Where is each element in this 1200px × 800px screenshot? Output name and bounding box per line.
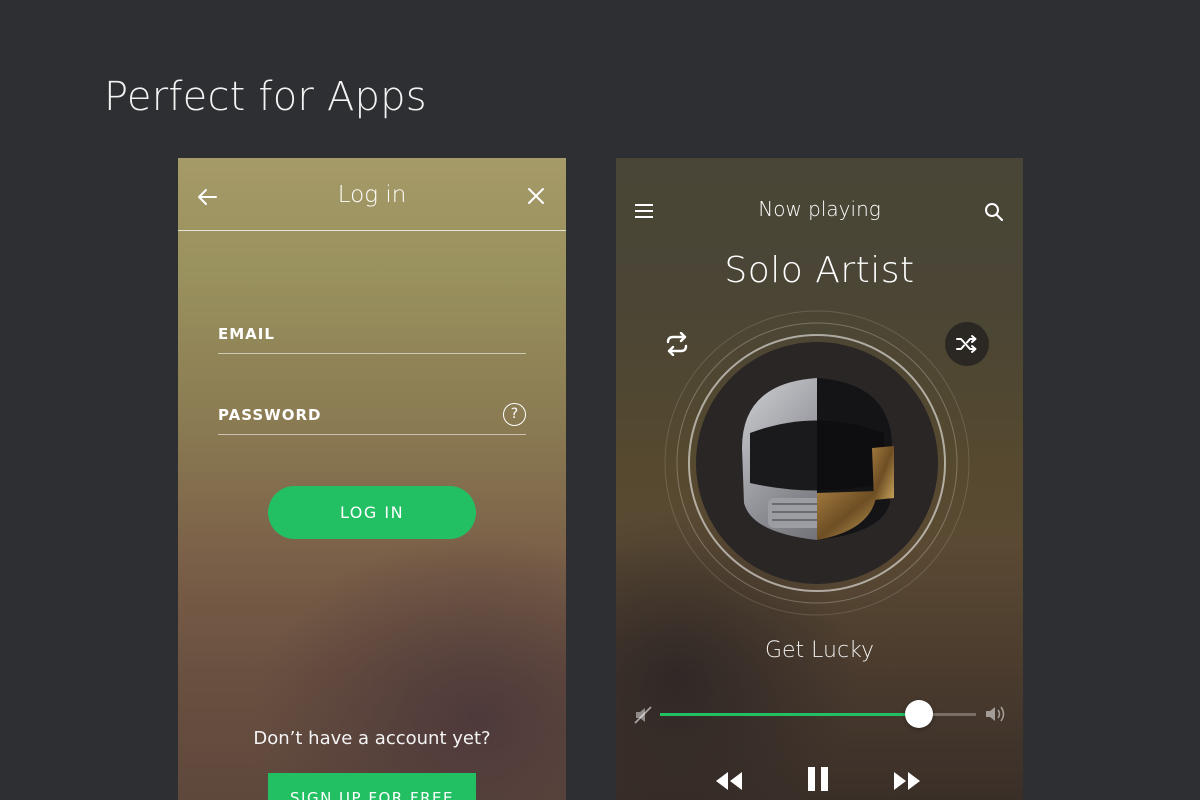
repeat-icon[interactable] <box>663 332 691 356</box>
shuffle-icon <box>956 335 977 353</box>
shuffle-button[interactable] <box>945 322 989 366</box>
player-screen: Now playing Solo Artist Get Lucky <box>616 158 1023 800</box>
password-field[interactable] <box>218 403 488 427</box>
fast-forward-icon[interactable] <box>892 770 922 792</box>
login-button[interactable]: LOG IN <box>268 486 476 539</box>
artist-name: Solo Artist <box>724 250 915 291</box>
volume-up-icon[interactable] <box>984 704 1008 724</box>
login-header: Log in <box>178 158 566 231</box>
login-screen: Log in ? LOG IN Don’t have a account yet… <box>178 158 566 800</box>
email-field-container <box>218 314 526 354</box>
rewind-icon[interactable] <box>714 770 744 792</box>
email-field[interactable] <box>218 322 488 346</box>
volume-knob[interactable] <box>905 700 934 728</box>
question-circle-icon[interactable]: ? <box>503 403 526 426</box>
no-account-text: Don’t have a account yet? <box>253 728 491 749</box>
login-title: Log in <box>337 182 407 208</box>
close-icon[interactable] <box>526 186 546 206</box>
signup-button[interactable]: SIGN UP FOR FREE <box>268 773 476 800</box>
volume-mute-icon[interactable] <box>634 706 654 724</box>
song-title: Get Lucky <box>764 638 875 663</box>
volume-fill <box>660 713 920 716</box>
search-icon[interactable] <box>984 202 1004 222</box>
pause-icon[interactable] <box>806 766 830 792</box>
album-art <box>664 310 970 616</box>
password-field-container: ? <box>218 395 526 435</box>
page-headline: Perfect for Apps <box>104 74 427 120</box>
now-playing-title: Now playing <box>758 197 881 221</box>
volume-slider[interactable] <box>660 700 976 728</box>
